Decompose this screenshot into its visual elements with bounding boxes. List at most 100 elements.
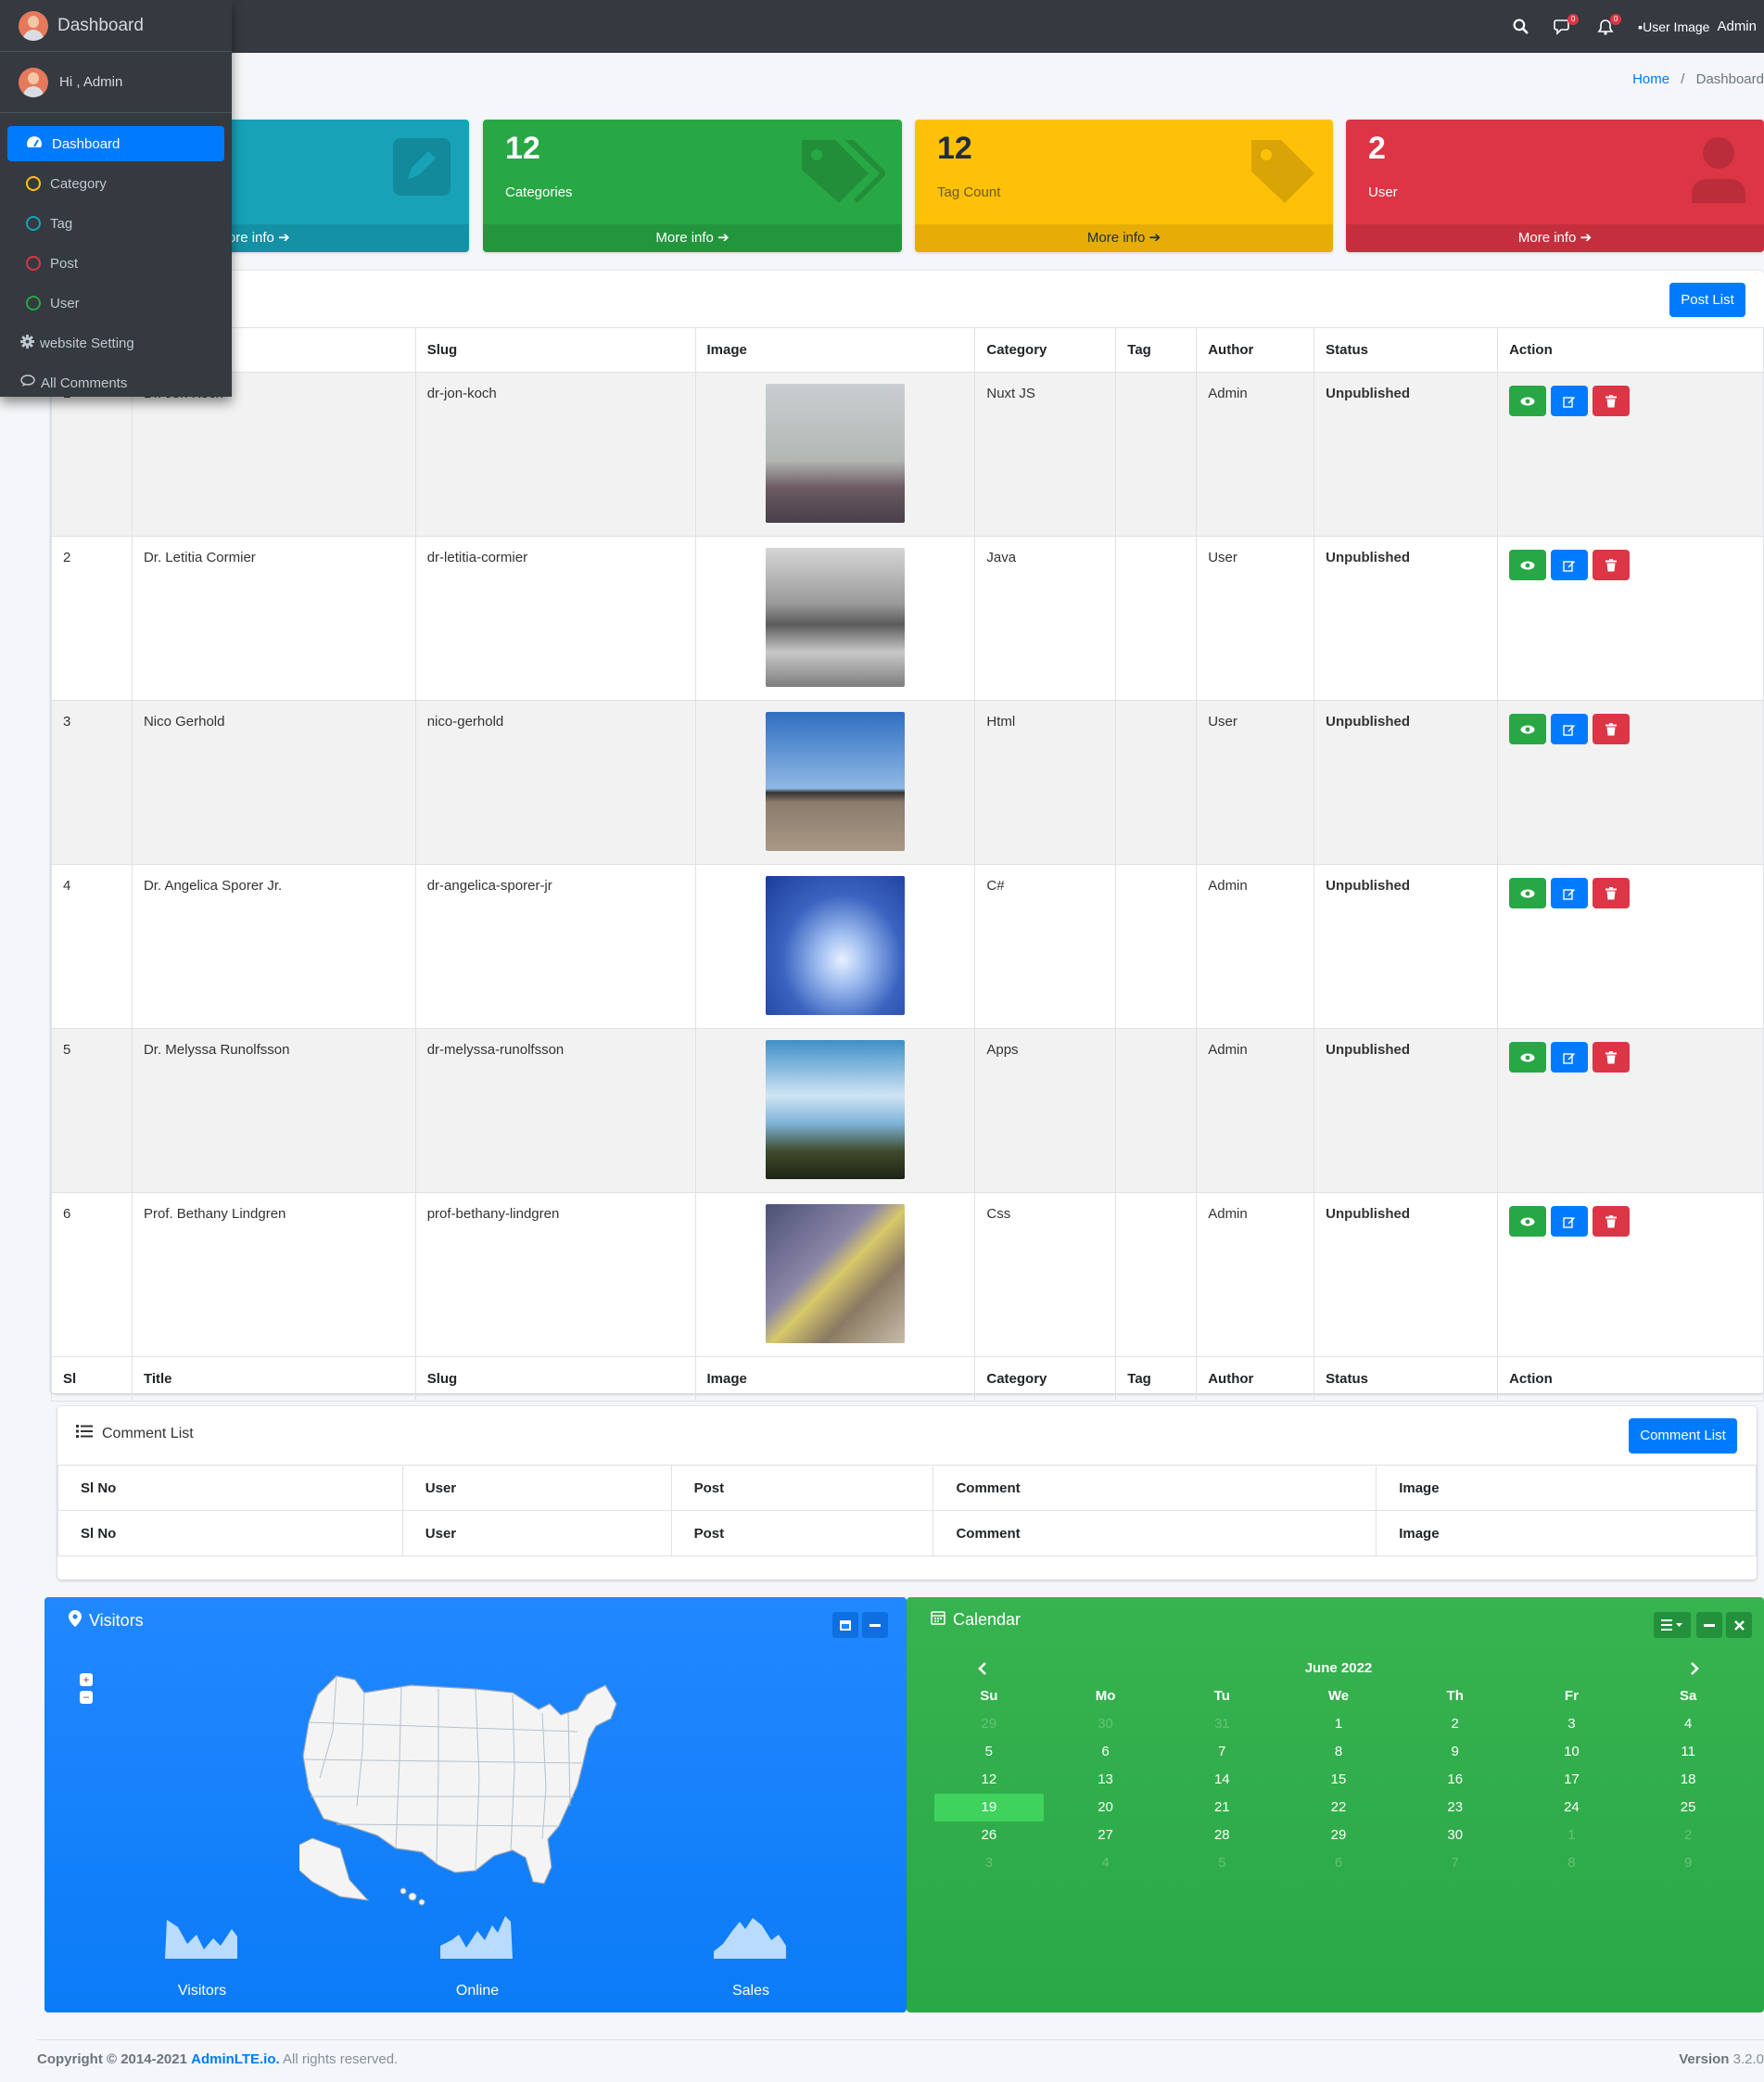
more-info-link[interactable]: More info ➔	[1346, 224, 1764, 252]
post-thumbnail[interactable]	[765, 1204, 905, 1343]
delete-button[interactable]	[1593, 878, 1631, 908]
more-info-link[interactable]: More info ➔	[915, 224, 1333, 252]
calendar-day[interactable]: 22	[1280, 1794, 1397, 1822]
sidebar-item-website-setting[interactable]: website Setting	[7, 325, 224, 361]
edit-button[interactable]	[1551, 878, 1589, 908]
calendar-day-other-month[interactable]: 1	[1514, 1822, 1631, 1849]
col-header-image[interactable]: Image	[1376, 1465, 1757, 1511]
edit-button[interactable]	[1551, 386, 1589, 416]
calendar-day[interactable]: 4	[1630, 1710, 1746, 1738]
col-header-action[interactable]: Action	[1497, 327, 1764, 373]
calendar-day-other-month[interactable]: 7	[1397, 1849, 1514, 1877]
delete-button[interactable]	[1593, 550, 1631, 580]
view-button[interactable]	[1509, 714, 1547, 744]
view-button[interactable]	[1509, 1206, 1547, 1237]
edit-button[interactable]	[1551, 714, 1589, 744]
calendar-day[interactable]: 10	[1514, 1738, 1631, 1766]
bell-icon[interactable]: 0	[1595, 13, 1622, 37]
calendar-day-other-month[interactable]: 3	[931, 1849, 1047, 1877]
calendar-day-other-month[interactable]: 30	[1047, 1710, 1164, 1738]
post-list-button[interactable]: Post List	[1669, 283, 1745, 317]
calendar-day-today[interactable]: 19	[934, 1794, 1044, 1822]
col-header-tag[interactable]: Tag	[1115, 327, 1198, 373]
calendar-day[interactable]: 13	[1047, 1766, 1164, 1794]
view-button[interactable]	[1509, 550, 1547, 580]
map-zoom-out[interactable]: −	[80, 1691, 93, 1704]
calendar-day-other-month[interactable]: 8	[1514, 1849, 1631, 1877]
calendar-day[interactable]: 20	[1047, 1794, 1164, 1822]
post-thumbnail[interactable]	[765, 876, 905, 1015]
edit-button[interactable]	[1551, 1206, 1589, 1237]
collapse-button[interactable]	[862, 1612, 888, 1638]
edit-button[interactable]	[1551, 550, 1589, 580]
brand-link[interactable]: Dashboard	[0, 0, 232, 52]
calendar-day[interactable]: 18	[1630, 1766, 1746, 1794]
calendar-day[interactable]: 28	[1163, 1822, 1280, 1849]
calendar-day[interactable]: 11	[1630, 1738, 1746, 1766]
delete-button[interactable]	[1593, 714, 1631, 744]
calendar-day[interactable]: 27	[1047, 1822, 1164, 1849]
edit-button[interactable]	[1551, 1042, 1589, 1073]
calendar-day[interactable]: 23	[1397, 1794, 1514, 1822]
col-header-category[interactable]: Category	[974, 327, 1117, 373]
calendar-day[interactable]: 1	[1280, 1710, 1397, 1738]
calendar-day-other-month[interactable]: 5	[1163, 1849, 1280, 1877]
col-header-image[interactable]: Image	[694, 327, 976, 373]
calendar-day[interactable]: 30	[1397, 1822, 1514, 1849]
calendar-menu-button[interactable]	[1654, 1612, 1691, 1638]
sidebar-item-category[interactable]: Category	[7, 166, 224, 201]
calendar-day[interactable]: 12	[931, 1766, 1047, 1794]
calendar-day-other-month[interactable]: 2	[1630, 1822, 1746, 1849]
calendar-remove-button[interactable]	[1726, 1612, 1752, 1638]
view-button[interactable]	[1509, 386, 1547, 416]
calendar-day[interactable]: 16	[1397, 1766, 1514, 1794]
col-header-author[interactable]: Author	[1196, 327, 1315, 373]
more-info-link[interactable]: More info ➔	[483, 224, 902, 252]
calendar-month[interactable]: June 2022	[1305, 1660, 1373, 1676]
user-panel[interactable]: Hi , Admin	[0, 52, 232, 113]
calendar-day[interactable]: 5	[931, 1738, 1047, 1766]
delete-button[interactable]	[1593, 1206, 1631, 1237]
calendar-day[interactable]: 24	[1514, 1794, 1631, 1822]
comment-list-button[interactable]: Comment List	[1629, 1418, 1737, 1454]
calendar-day-other-month[interactable]: 9	[1630, 1849, 1746, 1877]
calendar-day[interactable]: 17	[1514, 1766, 1631, 1794]
sidebar-item-dashboard[interactable]: Dashboard	[7, 126, 224, 161]
calendar-day[interactable]: 15	[1280, 1766, 1397, 1794]
delete-button[interactable]	[1593, 1042, 1631, 1073]
map-zoom-in[interactable]: +	[80, 1673, 93, 1686]
chevron-right-icon[interactable]	[1689, 1655, 1700, 1682]
date-range-button[interactable]	[832, 1612, 858, 1638]
view-button[interactable]	[1509, 1042, 1547, 1073]
view-button[interactable]	[1509, 878, 1547, 908]
adminlte-link[interactable]: AdminLTE.io.	[191, 2051, 280, 2067]
calendar-day[interactable]: 2	[1397, 1710, 1514, 1738]
sidebar-item-user[interactable]: User	[7, 286, 224, 321]
sidebar-item-post[interactable]: Post	[7, 246, 224, 281]
col-header-status[interactable]: Status	[1313, 327, 1499, 373]
usa-map[interactable]	[299, 1667, 670, 1908]
calendar-day-other-month[interactable]: 6	[1280, 1849, 1397, 1877]
messages-icon[interactable]: 0	[1553, 13, 1580, 37]
sidebar-item-tag[interactable]: Tag	[7, 206, 224, 241]
calendar-day[interactable]: 3	[1514, 1710, 1631, 1738]
col-header-user[interactable]: User	[401, 1465, 672, 1511]
post-thumbnail[interactable]	[765, 548, 905, 687]
col-header-slug[interactable]: Slug	[414, 327, 696, 373]
search-icon[interactable]	[1510, 17, 1530, 37]
col-header-post[interactable]: Post	[670, 1465, 934, 1511]
calendar-day[interactable]: 7	[1163, 1738, 1280, 1766]
calendar-day-other-month[interactable]: 29	[931, 1710, 1047, 1738]
post-thumbnail[interactable]	[765, 712, 905, 851]
calendar-collapse-button[interactable]	[1696, 1612, 1722, 1638]
col-header-sl-no[interactable]: Sl No	[57, 1465, 403, 1511]
calendar-day[interactable]: 26	[931, 1822, 1047, 1849]
calendar-day-other-month[interactable]: 31	[1163, 1710, 1280, 1738]
delete-button[interactable]	[1593, 386, 1631, 416]
col-header-comment[interactable]: Comment	[933, 1465, 1377, 1511]
breadcrumb-home[interactable]: Home	[1632, 71, 1669, 87]
calendar-day[interactable]: 8	[1280, 1738, 1397, 1766]
post-thumbnail[interactable]	[765, 1040, 905, 1179]
calendar-day[interactable]: 29	[1280, 1822, 1397, 1849]
calendar-day[interactable]: 6	[1047, 1738, 1164, 1766]
